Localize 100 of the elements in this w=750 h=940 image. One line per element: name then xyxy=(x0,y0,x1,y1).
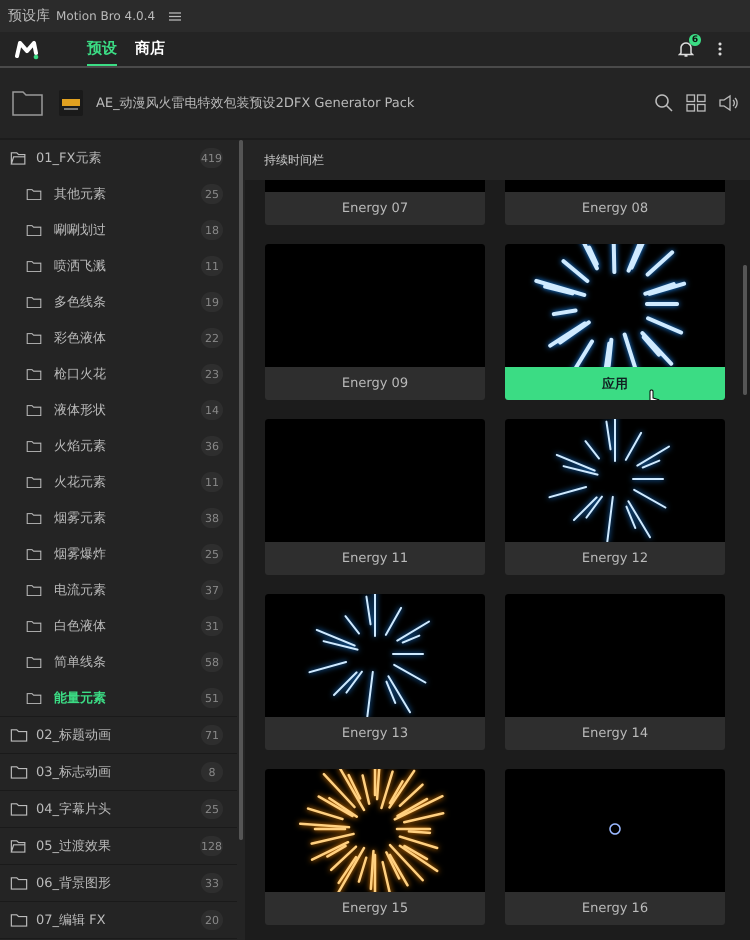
subfolder-item[interactable]: 火焰元素 36 xyxy=(0,428,237,464)
folder-name: 烟雾元素 xyxy=(54,510,107,527)
subfolder-item[interactable]: 彩色液体 22 xyxy=(0,320,237,356)
search-icon[interactable] xyxy=(654,93,674,113)
preset-name: Energy 14 xyxy=(580,725,650,743)
folder-item[interactable]: 05_过渡效果 128 xyxy=(0,828,237,865)
folder-name: 枪口火花 xyxy=(54,366,107,383)
preset-card[interactable]: 应用 xyxy=(505,244,725,400)
folder-icon xyxy=(10,764,28,780)
folder-name: 07_编辑 FX xyxy=(36,912,107,929)
folder-name: 唰唰划过 xyxy=(54,222,107,239)
subfolder-item[interactable]: 其他元素 25 xyxy=(0,176,237,212)
folder-item[interactable]: 02_标题动画 71 xyxy=(0,717,237,754)
subfolder-item[interactable]: 烟雾元素 38 xyxy=(0,500,237,536)
scrollbar-thumb[interactable] xyxy=(239,140,243,840)
folder-icon xyxy=(10,912,28,928)
folder-icon xyxy=(26,404,42,416)
folder-item[interactable]: 07_编辑 FX 20 xyxy=(0,902,237,939)
folder-item[interactable]: 01_FX元素 419 xyxy=(0,140,237,176)
section-title: 持续时间栏 xyxy=(264,152,324,168)
folder-icon xyxy=(10,876,28,890)
folder-name: 电流元素 xyxy=(54,582,107,599)
speaker-icon[interactable] xyxy=(718,93,738,113)
notification-badge: 6 xyxy=(689,34,701,46)
folder-icon xyxy=(26,584,42,596)
item-count: 14 xyxy=(201,400,223,420)
subfolder-item[interactable]: 多色线条 19 xyxy=(0,284,237,320)
item-count: 11 xyxy=(201,472,223,492)
folder-name: 其他元素 xyxy=(54,186,107,203)
folder-icon xyxy=(26,440,42,452)
nav-tab[interactable]: 商店 xyxy=(135,32,165,66)
folder-name: 彩色液体 xyxy=(54,330,107,347)
app-version: Motion Bro 4.0.4 xyxy=(56,9,156,23)
folder-item[interactable]: 04_字幕片头 25 xyxy=(0,791,237,828)
preset-name: Energy 09 xyxy=(340,375,410,393)
folder-name: 喷洒飞溅 xyxy=(54,258,107,275)
preset-card[interactable]: Energy 15 xyxy=(265,769,485,925)
folder-name: 火花元素 xyxy=(54,474,107,491)
notification-bell[interactable] xyxy=(678,40,694,58)
grid-view-icon[interactable] xyxy=(686,93,706,113)
folder-name: 烟雾爆炸 xyxy=(54,546,107,563)
folder-icon xyxy=(26,368,42,380)
subfolder-item[interactable]: 能量元素 51 xyxy=(0,680,237,716)
preset-card[interactable]: Energy 12 xyxy=(505,419,725,575)
folder-name: 多色线条 xyxy=(54,294,107,311)
apply-button[interactable]: 应用 xyxy=(505,367,725,400)
folder-name: 白色液体 xyxy=(54,618,107,635)
more-icon[interactable] xyxy=(718,42,722,56)
folder-item[interactable]: 06_背景图形 33 xyxy=(0,865,237,902)
subfolder-item[interactable]: 简单线条 58 xyxy=(0,644,237,680)
item-count: 51 xyxy=(201,688,223,708)
subfolder-item[interactable]: 唰唰划过 18 xyxy=(0,212,237,248)
preset-card[interactable]: Energy 14 xyxy=(505,594,725,750)
preset-card[interactable]: Energy 08 xyxy=(505,180,725,225)
subfolder-item[interactable]: 火花元素 11 xyxy=(0,464,237,500)
folder-icon xyxy=(26,296,42,308)
folder-icon xyxy=(26,224,42,236)
logo-icon[interactable] xyxy=(14,38,40,60)
folder-icon[interactable] xyxy=(12,90,43,116)
item-count: 36 xyxy=(201,436,223,456)
folder-icon xyxy=(26,188,42,200)
window-title: 预设库 xyxy=(8,7,50,25)
folder-icon xyxy=(10,802,28,816)
item-count: 25 xyxy=(201,544,223,564)
item-count: 19 xyxy=(201,292,223,312)
folder-item[interactable]: 03_标志动画 8 xyxy=(0,754,237,791)
preset-card[interactable]: Energy 16 xyxy=(505,769,725,925)
preset-card[interactable]: Energy 11 xyxy=(265,419,485,575)
open-folder-icon xyxy=(10,838,28,854)
preset-name: Energy 08 xyxy=(580,200,650,218)
subfolder-item[interactable]: 电流元素 37 xyxy=(0,572,237,608)
preset-card[interactable]: Energy 13 xyxy=(265,594,485,750)
item-count: 20 xyxy=(201,910,223,930)
folder-icon xyxy=(26,476,42,488)
folder-icon xyxy=(26,512,42,524)
menu-icon[interactable] xyxy=(169,12,182,20)
folder-icon xyxy=(26,332,42,344)
item-count: 37 xyxy=(201,580,223,600)
item-count: 33 xyxy=(201,873,223,893)
subfolder-item[interactable]: 烟雾爆炸 25 xyxy=(0,536,237,572)
folder-name: 06_背景图形 xyxy=(36,875,112,892)
nav-tab[interactable]: 预设 xyxy=(87,32,117,66)
item-count: 18 xyxy=(201,220,223,240)
item-count: 419 xyxy=(200,148,223,168)
subfolder-item[interactable]: 白色液体 31 xyxy=(0,608,237,644)
item-count: 22 xyxy=(201,328,223,348)
subfolder-item[interactable]: 喷洒飞溅 11 xyxy=(0,248,237,284)
pack-title: AE_动漫风火雷电特效包装预设2DFX Generator Pack xyxy=(96,95,414,112)
scrollbar-thumb[interactable] xyxy=(743,265,747,395)
folder-icon xyxy=(26,548,42,560)
subfolder-item[interactable]: 枪口火花 23 xyxy=(0,356,237,392)
preset-card[interactable]: Energy 09 xyxy=(265,244,485,400)
subfolder-item[interactable]: 液体形状 14 xyxy=(0,392,237,428)
preset-name: Energy 13 xyxy=(340,725,410,743)
item-count: 25 xyxy=(201,799,223,819)
folder-name: 04_字幕片头 xyxy=(36,801,112,818)
item-count: 25 xyxy=(201,184,223,204)
folder-icon xyxy=(26,692,42,704)
item-count: 11 xyxy=(201,256,223,276)
preset-card[interactable]: Energy 07 xyxy=(265,180,485,225)
